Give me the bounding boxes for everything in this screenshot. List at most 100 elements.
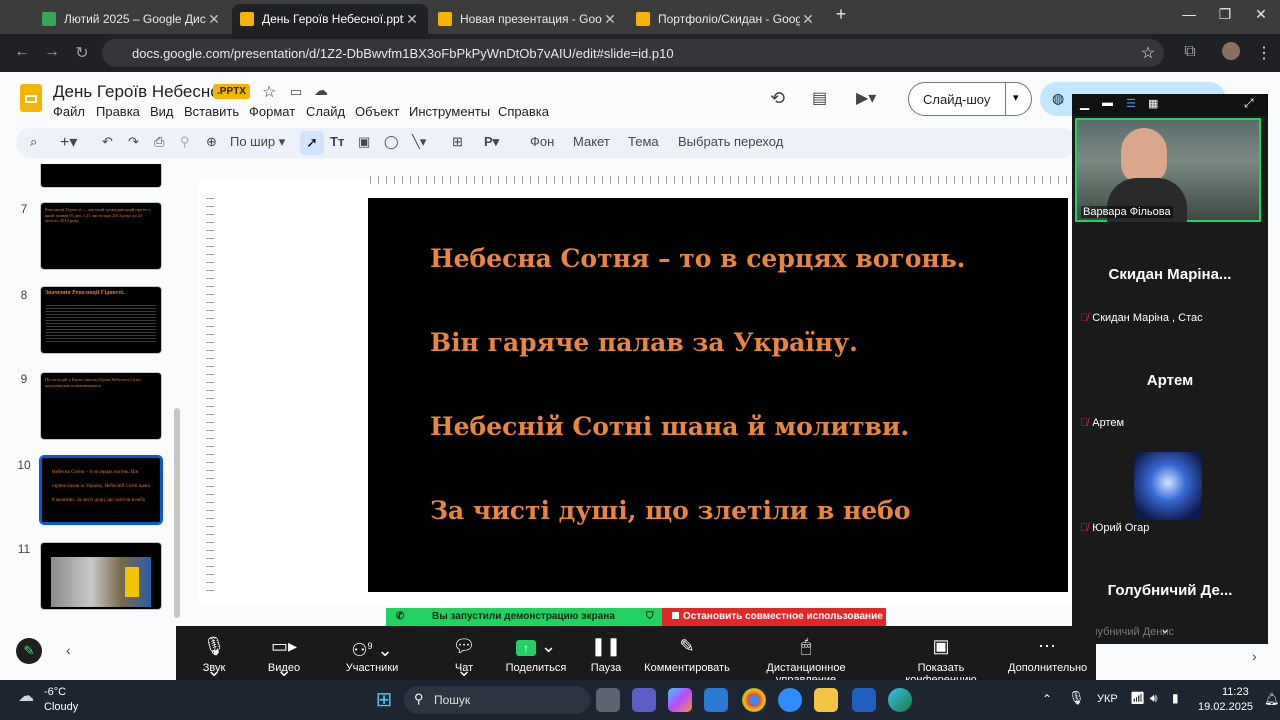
edit-pencil-icon[interactable]: ✎: [16, 638, 42, 664]
move-folder-icon[interactable]: ▭: [290, 84, 302, 100]
shape-icon[interactable]: ◯: [384, 134, 399, 150]
file-explorer-icon[interactable]: [814, 688, 838, 712]
participant-tile-name[interactable]: Скидан Маріна...: [1072, 266, 1268, 283]
menu-help[interactable]: Справка: [498, 104, 549, 119]
close-tab-icon[interactable]: ✕: [206, 11, 222, 28]
transition-button[interactable]: Выбрать переход: [678, 134, 783, 149]
show-meeting-button[interactable]: ▣ Показать конференцию: [882, 634, 1000, 686]
clock-date[interactable]: 19.02.2025: [1198, 701, 1253, 713]
print-icon[interactable]: ⎙: [154, 134, 164, 150]
view-speaker-icon[interactable]: ☰: [1126, 97, 1136, 110]
expand-icon[interactable]: ⤢: [1244, 96, 1254, 111]
slide-thumbnail-7[interactable]: Революції Гідності — масовий громадянськ…: [40, 202, 162, 270]
menu-edit[interactable]: Правка: [96, 104, 140, 119]
video-button[interactable]: ▭▸ ⌄ Видео: [262, 634, 306, 680]
chrome-icon[interactable]: [742, 688, 766, 712]
stop-share-button[interactable]: Остановить совместное использование: [662, 608, 886, 626]
tab-current-presentation[interactable]: День Героїв Небесної.pptx - G ✕: [232, 4, 428, 34]
tab-new-presentation[interactable]: Новая презентация - Google П ✕: [430, 4, 626, 34]
slide-line-3[interactable]: Небесній Сотні шана й молитви.: [430, 412, 909, 441]
volume-icon[interactable]: 🔊︎: [1150, 691, 1158, 706]
notification-bell-icon[interactable]: 🔔︎: [1264, 692, 1279, 706]
paint-format-icon[interactable]: ⚲: [180, 134, 190, 150]
text-box-icon[interactable]: Tт: [330, 134, 344, 149]
scroll-down-chevron-icon[interactable]: ⌄: [1160, 622, 1170, 636]
chat-button[interactable]: 💬︎ ⌄ Чат: [446, 634, 482, 680]
defender-icon[interactable]: [852, 688, 876, 712]
new-slide-icon[interactable]: +▾: [60, 132, 77, 152]
show-hidden-icons[interactable]: ⌃: [1042, 692, 1052, 706]
text-format-icon[interactable]: P▾: [484, 134, 499, 150]
zoom-select[interactable]: По шир ▾: [230, 134, 285, 150]
menu-view[interactable]: Вид: [150, 104, 174, 119]
close-tab-icon[interactable]: ✕: [404, 11, 420, 28]
browser-menu-icon[interactable]: ⋮: [1254, 43, 1274, 63]
menu-object[interactable]: Объект: [355, 104, 399, 119]
zoom-app-icon[interactable]: [778, 688, 802, 712]
remote-control-button[interactable]: 🖱︎ Дистанционное управление: [738, 634, 874, 686]
comment-icon[interactable]: ⊞: [452, 134, 463, 150]
share-screen-button[interactable]: ↑ ⌄ Поделиться: [504, 634, 568, 674]
taskbar-search-box[interactable]: ⚲ Пошук: [404, 686, 590, 714]
pause-share-button[interactable]: ❚❚ Пауза: [588, 634, 624, 674]
video-tile-active-speaker[interactable]: Варвара Фільова: [1075, 118, 1261, 222]
line-icon[interactable]: ╲▾: [412, 134, 426, 150]
history-icon[interactable]: ⟲: [770, 88, 785, 109]
weather-description[interactable]: Cloudy: [44, 701, 78, 713]
view-grid-icon[interactable]: ▦: [1148, 97, 1158, 110]
slide-thumbnail-6[interactable]: [40, 164, 162, 188]
document-title[interactable]: День Героїв Небесної: [53, 82, 224, 102]
address-bar[interactable]: docs.google.com/presentation/d/1Z2-DbBwv…: [102, 39, 1164, 67]
back-icon[interactable]: ←: [12, 43, 32, 61]
comments-icon[interactable]: ▤: [812, 88, 827, 108]
tab-portfolio[interactable]: Портфоліо/Скидан - Google П ✕: [628, 4, 824, 34]
copilot-icon[interactable]: [668, 688, 692, 712]
battery-icon[interactable]: ▮: [1172, 691, 1179, 705]
tab-google-drive[interactable]: Лютий 2025 – Google Диск ✕: [34, 4, 230, 34]
collapse-filmstrip-icon[interactable]: ‹: [66, 642, 71, 658]
new-tab-icon[interactable]: +: [826, 4, 856, 25]
language-indicator[interactable]: УКР: [1097, 693, 1118, 705]
select-tool-icon[interactable]: ➚: [300, 131, 324, 155]
more-button[interactable]: ⋯ Дополнительно: [1008, 634, 1087, 674]
participants-button[interactable]: ⚇9 ⌄ Участники: [340, 634, 404, 674]
minimize-icon[interactable]: ▁: [1080, 96, 1089, 110]
participant-avatar-skull[interactable]: [1134, 452, 1202, 520]
participant-tile-name[interactable]: Артем: [1072, 372, 1268, 389]
forward-icon[interactable]: →: [42, 43, 62, 61]
star-icon[interactable]: ☆: [262, 82, 276, 102]
zoom-icon[interactable]: ⊕: [206, 134, 217, 150]
task-view-icon[interactable]: [596, 688, 620, 712]
slide-thumbnail-10[interactable]: Небесна Сотня – то в серцях вогонь. Він …: [39, 455, 163, 525]
current-slide[interactable]: Небесна Сотня – то в серцях вогонь. Він …: [368, 198, 1068, 592]
theme-button[interactable]: Тема: [628, 134, 659, 149]
close-tab-icon[interactable]: ✕: [602, 11, 618, 28]
slide-thumbnail-9[interactable]: Після подій у Києві список Героїв Небесн…: [40, 372, 162, 440]
bookmark-star-icon[interactable]: ☆: [1138, 43, 1158, 63]
redo-icon[interactable]: ↷: [128, 134, 139, 150]
slide-line-2[interactable]: Він гаряче палав за Україну.: [430, 328, 858, 357]
extensions-icon[interactable]: ⧉: [1180, 43, 1200, 61]
weather-temperature[interactable]: -6°C: [44, 686, 66, 698]
slide-thumbnail-8[interactable]: Значення Революції Гідності.: [40, 286, 162, 354]
slides-logo-icon[interactable]: [20, 84, 42, 112]
edge-icon[interactable]: [888, 688, 912, 712]
audio-button[interactable]: 🎙︎ ⌄ Звук: [196, 634, 232, 680]
maximize-icon[interactable]: ❐: [1210, 6, 1240, 23]
participant-tile-name[interactable]: Голубничий Де...: [1072, 582, 1268, 599]
filmstrip-scrollbar[interactable]: [174, 408, 180, 618]
expand-panel-icon[interactable]: ›: [1252, 648, 1257, 664]
menu-insert[interactable]: Вставить: [184, 104, 239, 119]
annotate-button[interactable]: ✎ Комментировать: [644, 634, 730, 674]
teams-icon[interactable]: [632, 688, 656, 712]
layout-button[interactable]: Макет: [573, 134, 610, 149]
profile-avatar[interactable]: [1222, 42, 1240, 60]
close-window-icon[interactable]: ✕: [1246, 6, 1276, 23]
undo-icon[interactable]: ↶: [102, 134, 113, 150]
image-icon[interactable]: ▣: [358, 134, 370, 150]
slideshow-button[interactable]: Слайд-шоу ▾: [908, 82, 1032, 116]
menu-slide[interactable]: Слайд: [306, 104, 345, 119]
menu-format[interactable]: Формат: [249, 104, 295, 119]
slide-line-1[interactable]: Небесна Сотня – то в серцях вогонь.: [430, 244, 965, 273]
slide-line-4[interactable]: За чисті душі, що злетіли в небо: [430, 496, 911, 525]
